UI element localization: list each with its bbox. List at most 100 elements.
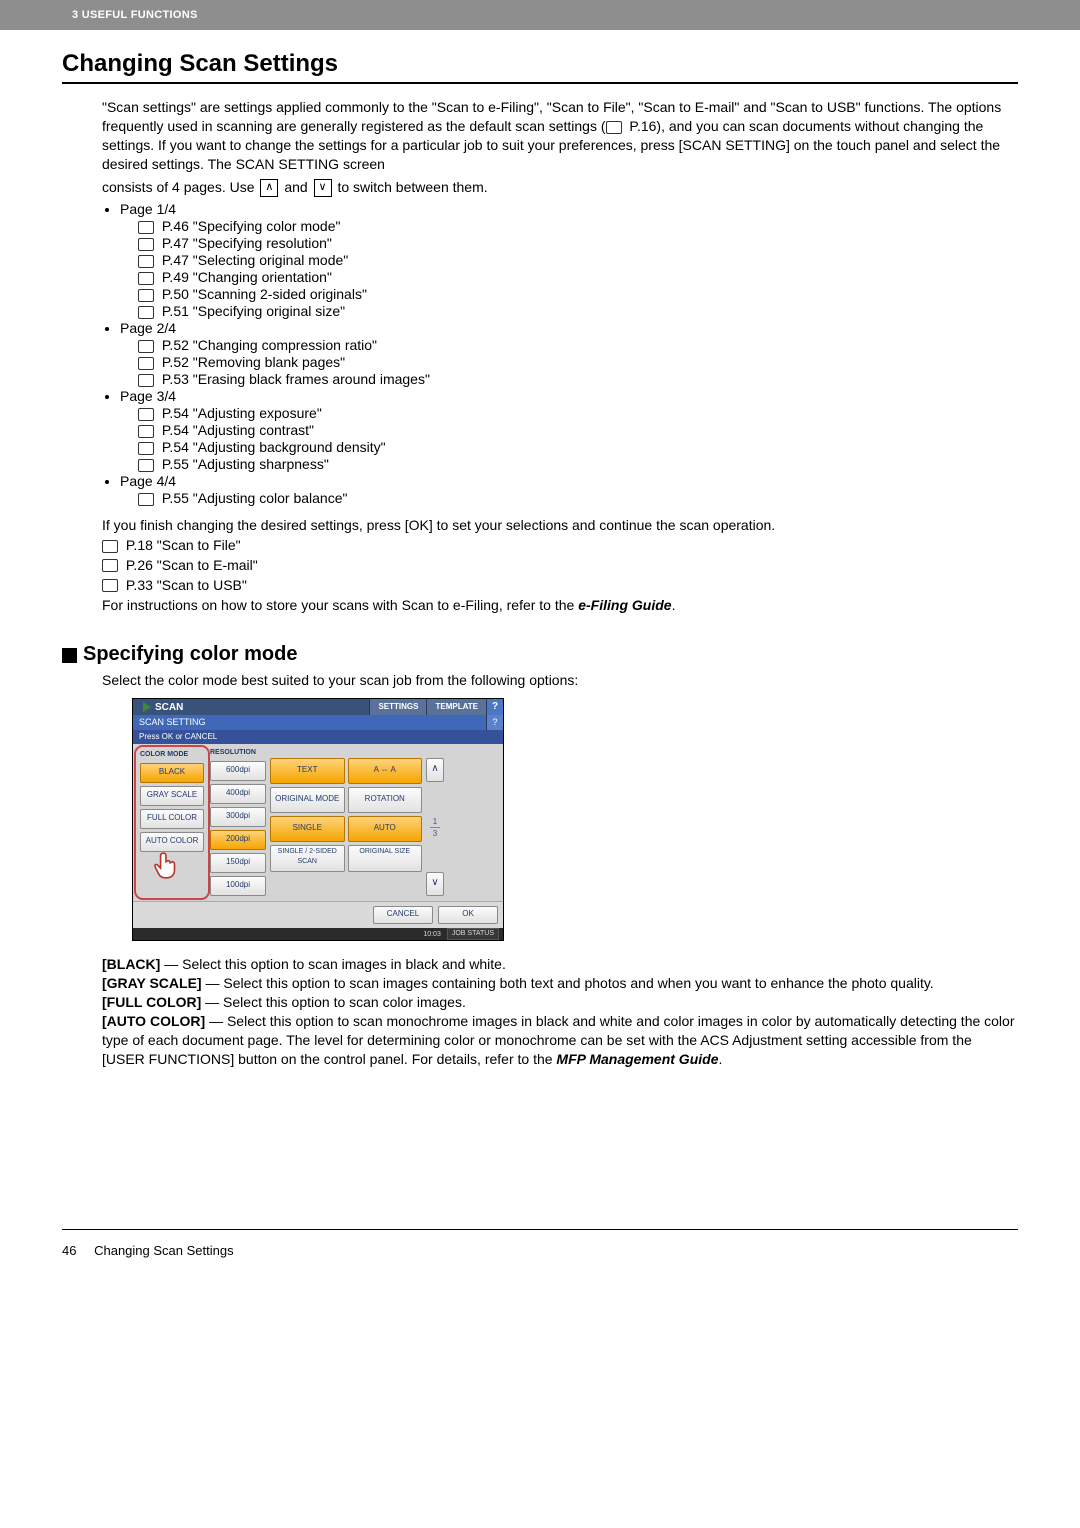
page-current: 1 <box>433 817 437 826</box>
efile-text-a: For instructions on how to store your sc… <box>102 597 578 613</box>
book-icon <box>138 272 154 285</box>
rotation-button[interactable]: ROTATION <box>348 787 423 813</box>
link-text: P.50 "Scanning 2-sided originals" <box>162 286 367 302</box>
book-icon <box>138 374 154 387</box>
page-label: Page 2/4 <box>120 320 176 336</box>
res-600-button[interactable]: 600dpi <box>210 761 266 781</box>
footer-title: Changing Scan Settings <box>94 1243 233 1258</box>
book-icon <box>102 540 118 553</box>
section-body: Select the color mode best suited to you… <box>102 672 1018 1068</box>
full-text: — Select this option to scan color image… <box>201 994 466 1010</box>
square-bullet-icon <box>62 648 77 663</box>
color-auto-button[interactable]: AUTO COLOR <box>140 832 204 852</box>
link-text: P.54 "Adjusting contrast" <box>162 422 314 438</box>
page-indicator: 1 3 <box>426 784 444 870</box>
color-gray-button[interactable]: GRAY SCALE <box>140 786 204 806</box>
book-icon <box>138 442 154 455</box>
aa-button[interactable]: A ⇔ A <box>348 758 423 784</box>
page-group-1: Page 1/4 P.46 "Specifying color mode" P.… <box>120 201 1018 319</box>
panel-body: COLOR MODE BLACK GRAY SCALE FULL COLOR A… <box>133 744 503 901</box>
book-icon <box>102 559 118 572</box>
color-mode-column: COLOR MODE BLACK GRAY SCALE FULL COLOR A… <box>138 749 206 896</box>
page-label: Page 3/4 <box>120 388 176 404</box>
settings-tab[interactable]: SETTINGS <box>369 699 426 715</box>
link-text: P.52 "Removing blank pages" <box>162 354 345 370</box>
color-mode-head: COLOR MODE <box>140 751 204 760</box>
black-text: — Select this option to scan images in b… <box>160 956 506 972</box>
page-title: Changing Scan Settings <box>62 50 1018 78</box>
finish-text: If you finish changing the desired setti… <box>102 516 1018 535</box>
text-button[interactable]: TEXT <box>270 758 345 784</box>
efile-guide-name: e-Filing Guide <box>578 597 671 613</box>
scroll-up-button[interactable]: ∧ <box>426 758 444 782</box>
book-icon <box>138 459 154 472</box>
res-300-button[interactable]: 300dpi <box>210 807 266 827</box>
res-100-button[interactable]: 100dpi <box>210 876 266 896</box>
color-full-button[interactable]: FULL COLOR <box>140 809 204 829</box>
panel-titlebar: SCAN SETTINGS TEMPLATE ? <box>133 699 503 715</box>
book-icon <box>138 221 154 234</box>
efile-note: For instructions on how to store your sc… <box>102 596 1018 615</box>
black-heading: [BLACK] <box>102 956 160 972</box>
job-status-button[interactable]: JOB STATUS <box>447 928 499 940</box>
footer-rule <box>62 1229 1018 1230</box>
efile-text-c: . <box>672 597 676 613</box>
link-text: P.26 "Scan to E-mail" <box>126 557 258 573</box>
page-group-4: Page 4/4 P.55 "Adjusting color balance" <box>120 473 1018 506</box>
single-2sided-button[interactable]: SINGLE / 2-SIDED SCAN <box>270 845 345 872</box>
intro-paragraph-2: consists of 4 pages. Use ∧ and ∨ to swit… <box>102 178 1018 197</box>
section-intro: Select the color mode best suited to you… <box>102 672 1018 688</box>
color-black-button[interactable]: BLACK <box>140 763 204 783</box>
res-150-button[interactable]: 150dpi <box>210 853 266 873</box>
book-icon <box>138 238 154 251</box>
gray-heading: [GRAY SCALE] <box>102 975 202 991</box>
finish-block: If you finish changing the desired setti… <box>102 516 1018 615</box>
help-icon[interactable]: ? <box>486 715 503 730</box>
link-text: P.52 "Changing compression ratio" <box>162 337 377 353</box>
res-400-button[interactable]: 400dpi <box>210 784 266 804</box>
auto-heading: [AUTO COLOR] <box>102 1013 205 1029</box>
pages-outline: Page 1/4 P.46 "Specifying color mode" P.… <box>120 201 1018 506</box>
ok-button[interactable]: OK <box>438 906 498 924</box>
scan-triangle-icon <box>143 702 151 712</box>
mfp-guide-name: MFP Management Guide <box>556 1051 718 1067</box>
link-text: P.51 "Specifying original size" <box>162 303 345 319</box>
auto-button[interactable]: AUTO <box>348 816 423 842</box>
hand-pointer-icon <box>154 851 180 881</box>
full-heading: [FULL COLOR] <box>102 994 201 1010</box>
resolution-head: RESOLUTION <box>210 749 266 758</box>
link-text: P.33 "Scan to USB" <box>126 577 247 593</box>
document-page: 3 USEFUL FUNCTIONS Changing Scan Setting… <box>0 0 1080 1528</box>
up-arrow-icon: ∧ <box>260 179 278 197</box>
intro-paragraph: "Scan settings" are settings applied com… <box>102 98 1018 174</box>
original-mode-button[interactable]: ORIGINAL MODE <box>270 787 345 813</box>
down-arrow-icon: ∨ <box>314 179 332 197</box>
gray-text: — Select this option to scan images cont… <box>202 975 934 991</box>
single-button[interactable]: SINGLE <box>270 816 345 842</box>
book-icon <box>138 340 154 353</box>
book-icon <box>138 357 154 370</box>
template-tab[interactable]: TEMPLATE <box>426 699 486 715</box>
intro-text-2a: consists of 4 pages. Use <box>102 179 258 195</box>
book-icon <box>138 255 154 268</box>
link-text: P.46 "Specifying color mode" <box>162 218 341 234</box>
link-text: P.49 "Changing orientation" <box>162 269 332 285</box>
book-icon <box>138 425 154 438</box>
help-icon[interactable]: ? <box>486 699 503 715</box>
cancel-button[interactable]: CANCEL <box>373 906 433 924</box>
panel-title: SCAN <box>155 702 183 713</box>
book-icon <box>102 579 118 592</box>
original-size-button[interactable]: ORIGINAL SIZE <box>348 845 423 872</box>
link-text: P.55 "Adjusting sharpness" <box>162 456 329 472</box>
scroll-down-button[interactable]: ∨ <box>426 872 444 896</box>
intro-text-2c: to switch between them. <box>337 179 487 195</box>
link-text: P.53 "Erasing black frames around images… <box>162 371 430 387</box>
link-text: P.55 "Adjusting color balance" <box>162 490 348 506</box>
title-rule <box>62 82 1018 84</box>
res-200-button[interactable]: 200dpi <box>210 830 266 850</box>
page-number: 46 <box>62 1243 76 1258</box>
book-icon <box>606 121 622 134</box>
pointer-area <box>140 855 204 875</box>
panel-instruction: Press OK or CANCEL <box>133 730 503 744</box>
page-scroll: ∧ 1 3 ∨ <box>426 749 444 896</box>
